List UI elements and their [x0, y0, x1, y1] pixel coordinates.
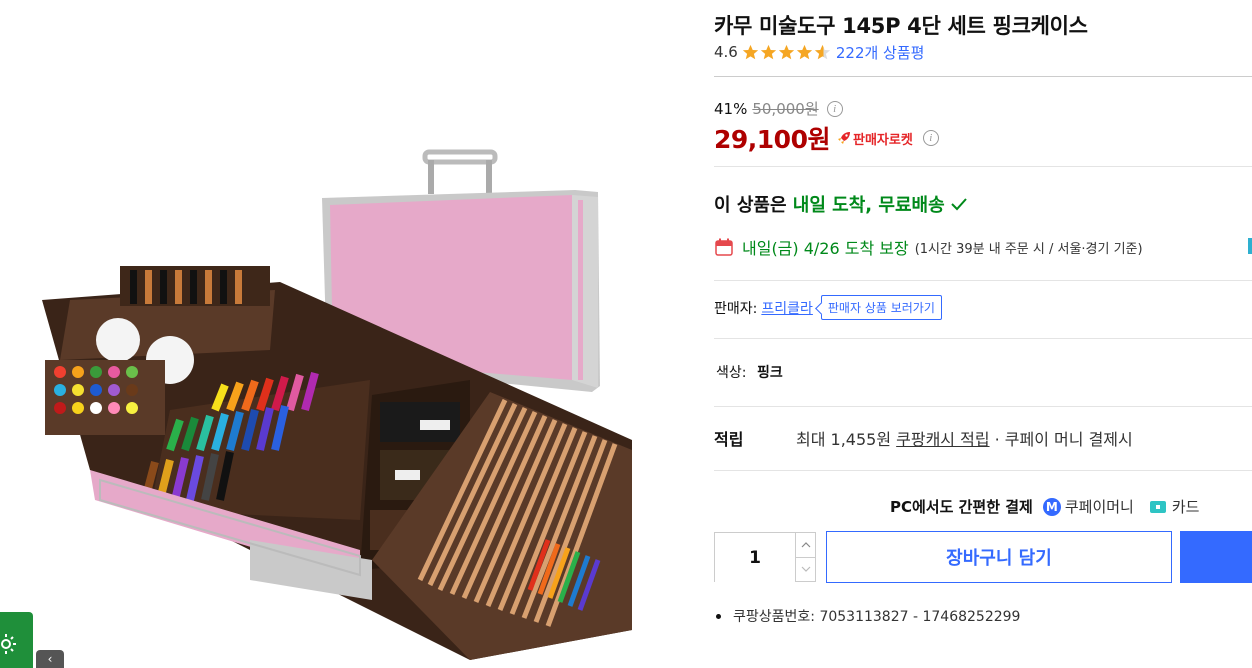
payment-row: PC에서도 간편한 결제 M 쿠페이머니 카드: [890, 496, 1215, 517]
points-text-before: 최대 1,455원: [796, 430, 897, 449]
delivery-highlight: 내일 도착, 무료배송: [792, 195, 945, 216]
quantity-stepper: [714, 532, 816, 583]
coupang-cash-link[interactable]: 쿠팡캐시 적립: [896, 430, 989, 449]
payment-option-cpay[interactable]: M 쿠페이머니: [1042, 496, 1134, 517]
stepper-down-icon[interactable]: [796, 556, 815, 582]
price-row: 29,100원 판매자로켓 i: [714, 120, 939, 156]
stepper-up-icon[interactable]: [796, 533, 815, 557]
star-half-icon: [814, 44, 831, 59]
divider: [714, 406, 1252, 407]
star-icon: [742, 44, 759, 59]
rocket-icon: [837, 132, 850, 144]
price-meta: 41% 50,000원 i: [714, 98, 843, 119]
bullet: [716, 613, 721, 619]
seller-name-link[interactable]: 프리클라: [761, 298, 813, 318]
seller-label: 판매자:: [714, 300, 758, 317]
divider: [714, 338, 1252, 339]
payment-option-card[interactable]: 카드: [1149, 496, 1200, 517]
seller-rocket-badge: 판매자로켓: [836, 129, 913, 148]
info-icon[interactable]: i: [826, 100, 843, 117]
calendar-icon: [715, 238, 733, 256]
option-label: 색상:: [716, 365, 747, 381]
rating-value: 4.6: [714, 43, 738, 61]
product-id: 쿠팡상품번호: 7053113827 - 17468252299: [733, 609, 1021, 625]
seller-row: 판매자: 프리클라 판매자 상품 보러가기: [714, 295, 942, 320]
buy-now-button[interactable]: [1180, 531, 1252, 583]
arrival-note: (1시간 39분 내 주문 시 / 서울·경기 기준): [914, 241, 1143, 257]
points-text-after: · 쿠페이 머니 결제시: [989, 430, 1133, 449]
payment-option-label: 카드: [1171, 498, 1200, 516]
product-title: 카무 미술도구 145P 4단 세트 핑크케이스: [714, 14, 1088, 38]
star-icon: [778, 44, 795, 59]
points-label: 적립: [714, 430, 744, 449]
delivery-prefix: 이 상품은: [714, 195, 793, 216]
stepper-buttons: [795, 533, 815, 581]
edge-chip: [1248, 238, 1252, 254]
points-row: 적립 최대 1,455원 쿠팡캐시 적립 · 쿠페이 머니 결제시: [714, 426, 1133, 450]
product-image[interactable]: [0, 0, 700, 668]
seller-products-button[interactable]: 판매자 상품 보러가기: [820, 295, 942, 320]
divider: [714, 470, 1252, 471]
cpay-icon: M: [1042, 497, 1061, 516]
option-row: 색상: 핑크: [716, 362, 783, 382]
sun-icon: [1, 634, 16, 654]
option-value: 핑크: [756, 365, 783, 381]
sale-price: 29,100원: [714, 125, 830, 154]
review-count-link[interactable]: 222개 상품평: [836, 42, 925, 63]
star-icon: [760, 44, 777, 59]
divider: [714, 280, 1252, 281]
points-text: 최대 1,455원 쿠팡캐시 적립 · 쿠페이 머니 결제시: [796, 426, 1133, 450]
original-price: 50,000원: [752, 100, 819, 118]
delivery-summary: 이 상품은 내일 도착, 무료배송: [714, 191, 969, 217]
rating-row: 4.6 222개 상품평: [714, 41, 924, 63]
product-id-row: 쿠팡상품번호: 7053113827 - 17468252299: [716, 606, 1020, 626]
star-rating[interactable]: [742, 44, 832, 61]
payment-title: PC에서도 간편한 결제: [890, 498, 1033, 516]
star-icon: [796, 44, 813, 59]
payment-option-label: 쿠페이머니: [1064, 498, 1134, 516]
divider: [714, 166, 1252, 167]
arrival-row: 내일(금) 4/26 도착 보장 (1시간 39분 내 주문 시 / 서울·경기…: [714, 235, 1143, 259]
chevron-left-icon[interactable]: ‹: [36, 650, 64, 668]
info-icon[interactable]: i: [922, 130, 939, 146]
check-icon: [950, 198, 967, 211]
divider: [714, 76, 1252, 77]
discount-rate: 41%: [714, 99, 748, 118]
floating-widget[interactable]: [0, 612, 33, 668]
rocket-label: 판매자로켓: [852, 132, 913, 148]
quantity-input[interactable]: [715, 533, 795, 583]
add-to-cart-button[interactable]: 장바구니 담기: [826, 531, 1172, 583]
arrival-date: 내일(금) 4/26 도착 보장: [742, 239, 909, 258]
card-icon: [1149, 500, 1166, 513]
